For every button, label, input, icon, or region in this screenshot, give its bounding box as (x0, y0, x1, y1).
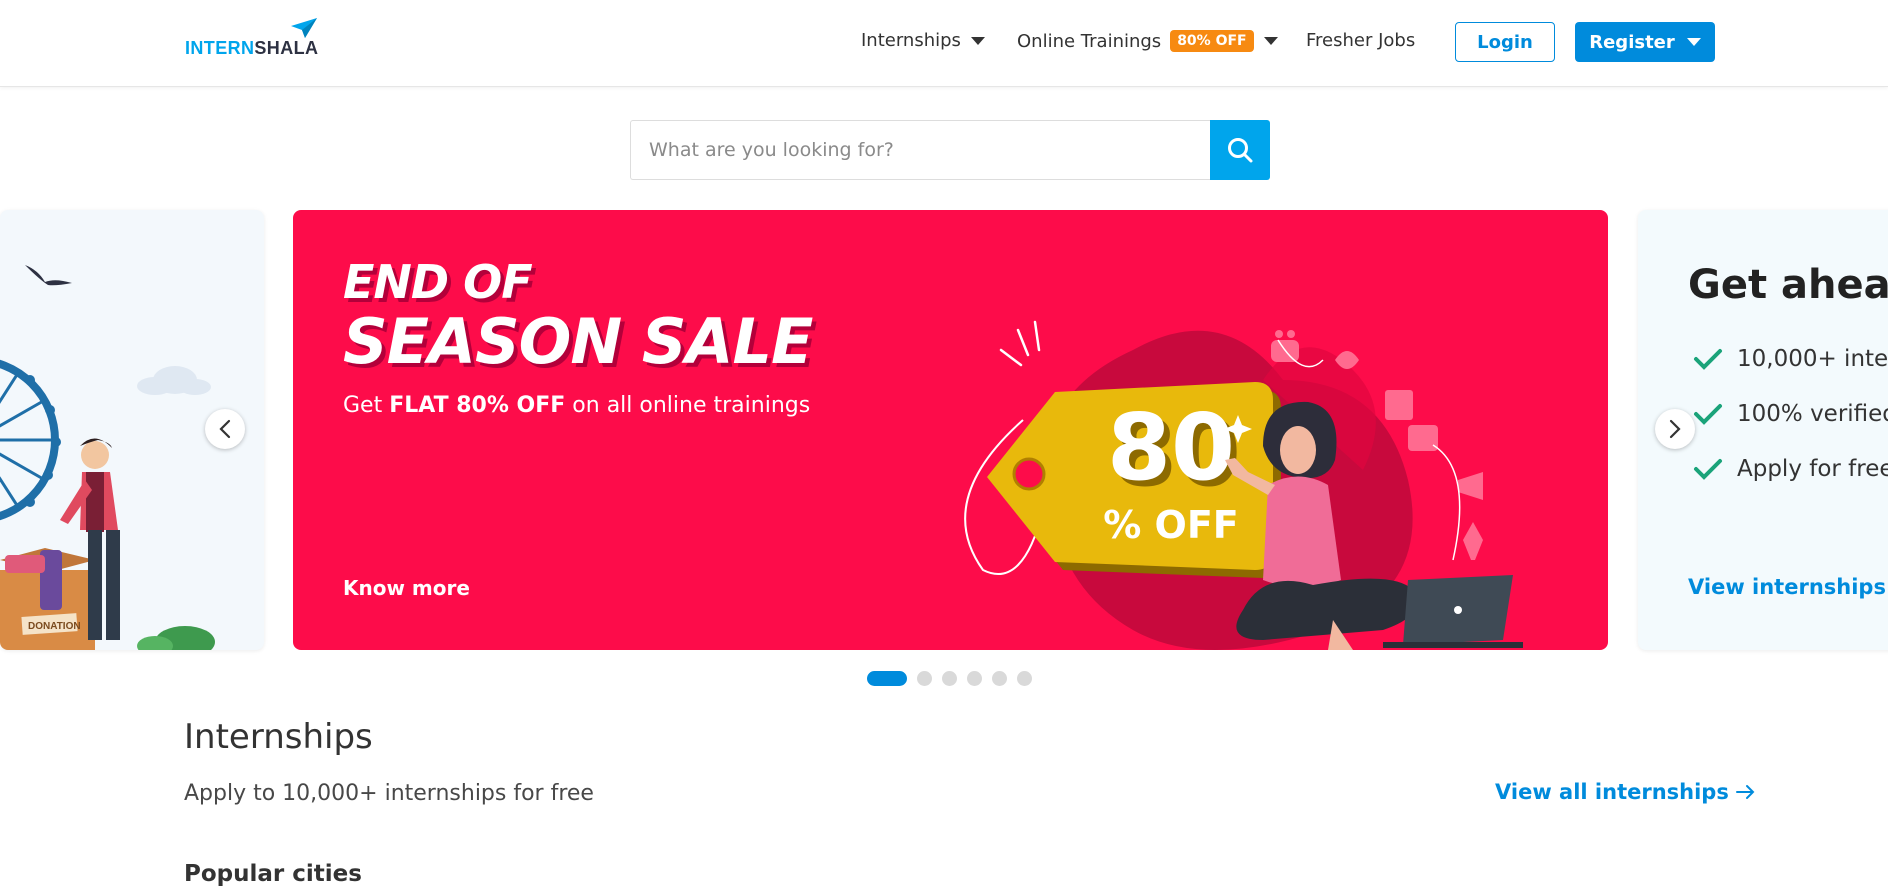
view-all-internships-label: View all internships (1495, 780, 1729, 804)
feature-item: 100% verified (1693, 401, 1888, 427)
chevron-down-icon (970, 36, 985, 45)
checkmark-icon (1694, 349, 1722, 370)
carousel-dot[interactable] (917, 671, 932, 686)
sale-illustration: 80 80 % OFF (964, 320, 1523, 650)
popular-cities-heading: Popular cities (184, 861, 362, 887)
internshala-logo[interactable]: INTERNSHALA (185, 18, 325, 58)
register-button-label: Register (1589, 31, 1675, 53)
top-navbar: INTERNSHALA Internships Online Trainings… (0, 0, 1888, 87)
register-button[interactable]: Register (1575, 22, 1715, 62)
checkmark-icon (1694, 404, 1722, 425)
feature-item: Apply for free (1693, 456, 1888, 482)
search-icon (1228, 138, 1253, 163)
login-button[interactable]: Login (1455, 22, 1555, 62)
paper-plane-icon (291, 18, 317, 38)
slide-title: Get ahead (1688, 262, 1888, 308)
checkmark-icon (1694, 459, 1722, 480)
chevron-down-icon (1263, 37, 1278, 45)
tag-text: % OFF (1103, 503, 1239, 547)
donation-box-label: DONATION (28, 621, 81, 632)
nav-internships[interactable]: Internships (861, 30, 985, 51)
carousel-prev-button[interactable] (205, 409, 245, 449)
logo-wordmark: INTERNSHALA (185, 38, 319, 58)
carousel-dot[interactable] (967, 671, 982, 686)
tag-number: 80 (1107, 394, 1235, 501)
know-more-link[interactable]: Know more (343, 576, 470, 600)
promo-subtitle: Get FLAT 80% OFF on all online trainings (343, 393, 811, 418)
nav-fresher-jobs-label: Fresher Jobs (1306, 30, 1416, 51)
search-button[interactable] (1210, 120, 1270, 180)
carousel-dot[interactable] (867, 671, 907, 686)
promo-title-line1: END OF (343, 255, 533, 309)
section-subtitle: Apply to 10,000+ internships for free (184, 781, 594, 806)
chevron-down-icon (1686, 38, 1701, 46)
nav-fresher-jobs[interactable]: Fresher Jobs (1306, 30, 1415, 51)
carousel-dot[interactable] (942, 671, 957, 686)
feature-item: 10,000+ intern (1693, 346, 1888, 372)
carousel-dot[interactable] (1017, 671, 1032, 686)
carousel-pagination (867, 671, 1042, 686)
arrow-right-icon (1735, 785, 1755, 799)
nav-internships-label: Internships (861, 30, 961, 51)
carousel-next-button[interactable] (1655, 409, 1695, 449)
search-input[interactable] (630, 120, 1210, 180)
chevron-right-icon (1669, 419, 1681, 439)
view-all-internships-link[interactable]: View all internships (1495, 780, 1757, 804)
chevron-left-icon (219, 419, 231, 439)
section-title: Internships (184, 717, 373, 757)
nav-online-trainings[interactable]: Online Trainings 80% OFF (1017, 30, 1278, 52)
carousel-dot[interactable] (992, 671, 1007, 686)
view-internships-link[interactable]: View internships (1688, 575, 1886, 599)
nav-online-trainings-label: Online Trainings (1017, 30, 1162, 52)
discount-badge: 80% OFF (1170, 30, 1254, 52)
promo-title-line2: SEASON SALE (343, 305, 813, 378)
carousel-slide-sale[interactable]: END OF SEASON SALE Get FLAT 80% OFF on a… (293, 210, 1608, 650)
